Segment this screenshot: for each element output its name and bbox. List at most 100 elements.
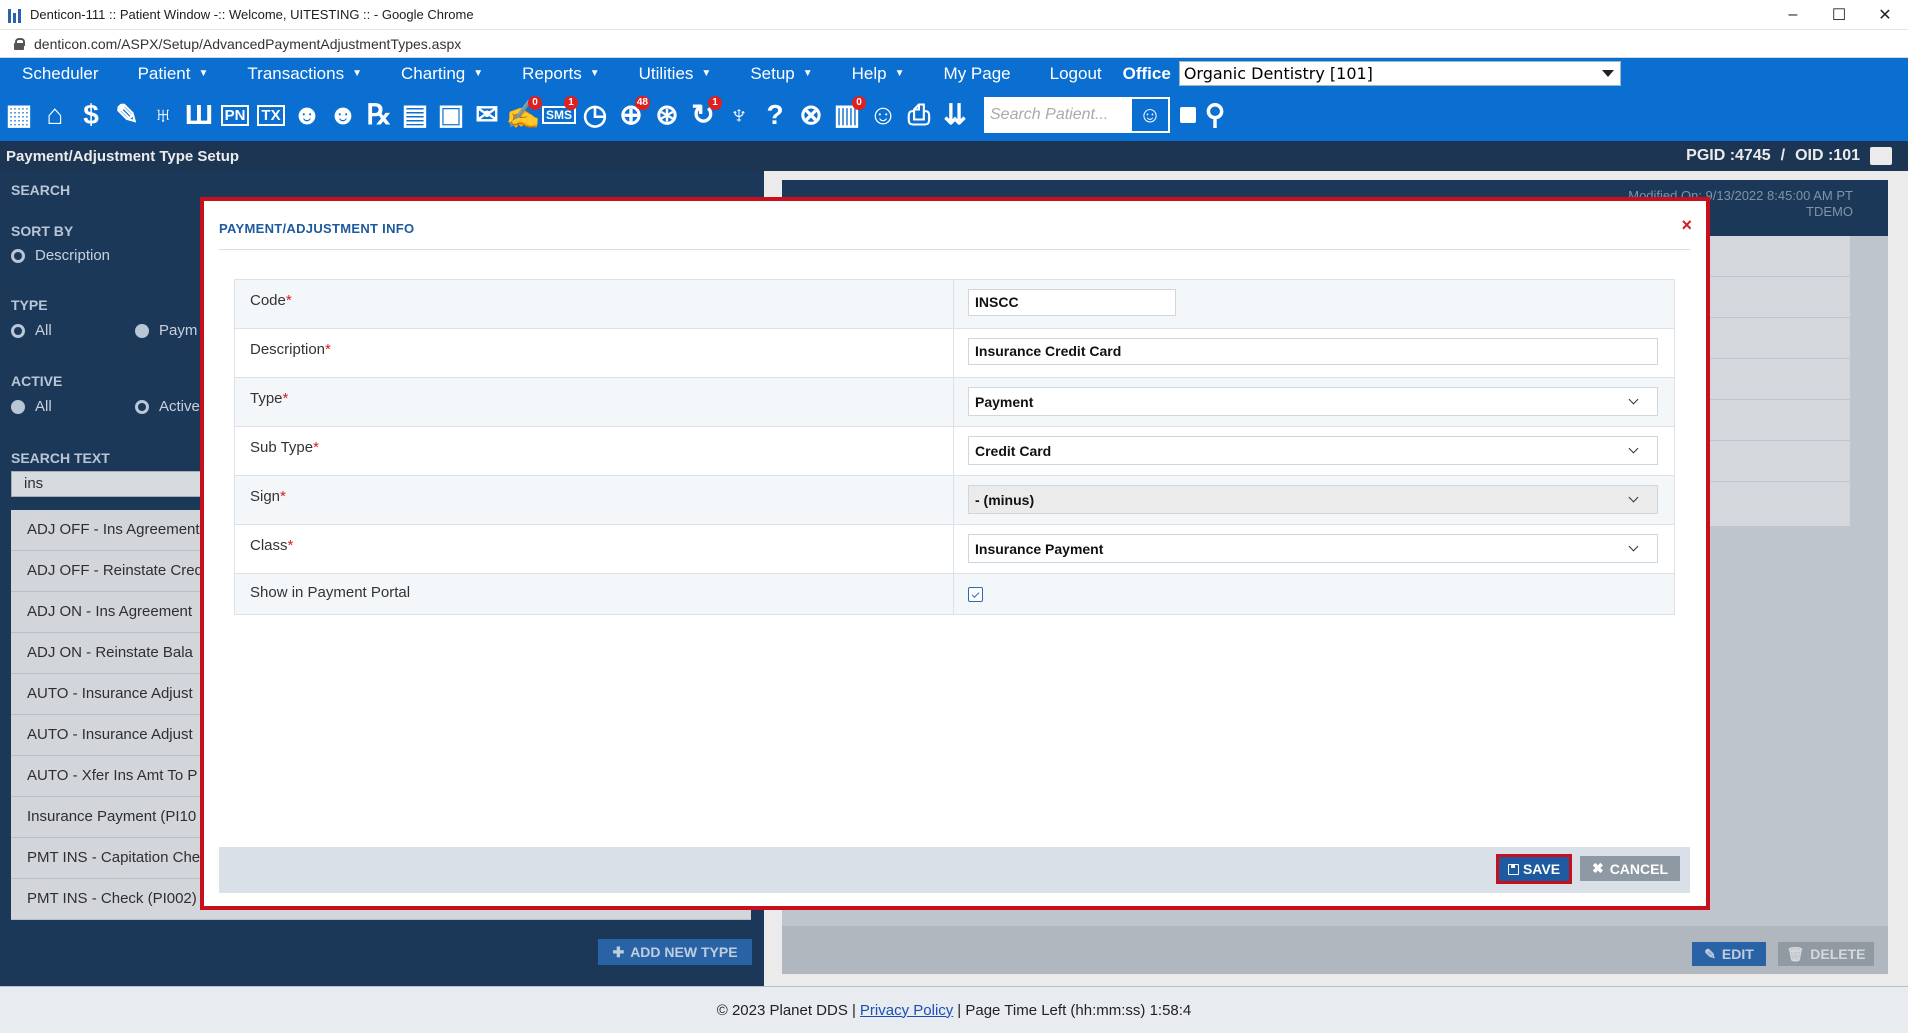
- add-family-icon[interactable]: ☻: [328, 98, 358, 132]
- modal-title: PAYMENT/ADJUSTMENT INFO: [219, 221, 415, 236]
- menu-setup[interactable]: Setup ▼: [728, 64, 829, 84]
- subtype-label-text: Sub Type: [250, 439, 314, 456]
- progress-notes-icon[interactable]: PN: [220, 98, 250, 132]
- treatment-plan-icon[interactable]: TX: [256, 98, 286, 132]
- modal-divider: [219, 249, 1690, 250]
- save-button[interactable]: SAVE: [1496, 854, 1572, 884]
- description-label: Description*: [235, 329, 954, 377]
- tooth-question-icon[interactable]: ?: [760, 98, 790, 132]
- subtype-select[interactable]: Credit Card: [968, 436, 1658, 465]
- privacy-policy-link[interactable]: Privacy Policy: [860, 1002, 953, 1019]
- address-bar[interactable]: denticon.com/ASPX/Setup/AdvancedPaymentA…: [0, 30, 1908, 58]
- calendar-icon[interactable]: ▦: [4, 98, 34, 132]
- required-mark: *: [280, 488, 286, 505]
- cancel-button[interactable]: ✖ CANCEL: [1580, 856, 1680, 881]
- clock-icon[interactable]: ◷: [580, 98, 610, 132]
- code-input[interactable]: INSCC: [968, 289, 1176, 316]
- family-icon[interactable]: ☺: [868, 98, 898, 132]
- menu-help[interactable]: Help ▼: [830, 64, 922, 84]
- messages-badge: 0: [528, 96, 542, 110]
- menu-label: Help: [851, 63, 887, 83]
- globe-icon[interactable]: ⊗: [796, 98, 826, 132]
- search-option-checkbox[interactable]: [1180, 107, 1196, 123]
- expand-down-icon[interactable]: ⇊: [940, 98, 970, 132]
- menu-charting[interactable]: Charting ▼: [379, 64, 500, 84]
- forms-icon[interactable]: ▥ 0: [832, 96, 866, 132]
- scan-icon[interactable]: ▣: [436, 98, 466, 132]
- required-mark: *: [313, 439, 319, 456]
- online-badge: 48: [634, 96, 650, 110]
- minimize-button[interactable]: –: [1770, 0, 1816, 30]
- forms-badge: 0: [852, 96, 866, 110]
- close-icon[interactable]: ×: [1681, 215, 1692, 236]
- sms-icon[interactable]: SMS 1: [542, 96, 578, 132]
- menu-label: Patient: [137, 63, 191, 83]
- sign-row: Sign* - (minus): [235, 476, 1674, 525]
- dollar-icon[interactable]: $: [76, 98, 106, 132]
- add-patient-icon[interactable]: ☻: [292, 98, 322, 132]
- sign-label-text: Sign: [250, 488, 281, 505]
- menu-reports[interactable]: Reports ▼: [500, 64, 616, 84]
- menu-utilities[interactable]: Utilities ▼: [617, 64, 729, 84]
- cancel-label: CANCEL: [1609, 860, 1669, 877]
- required-mark: *: [282, 390, 289, 407]
- menu-logout[interactable]: Logout: [1028, 64, 1119, 84]
- window-titlebar: Denticon-111 :: Patient Window -:: Welco…: [0, 0, 1908, 30]
- status-bar: © 2023 Planet DDS | Privacy Policy | Pag…: [0, 986, 1908, 1033]
- office-select[interactable]: Organic Dentistry [101]: [1178, 61, 1621, 86]
- menu-transactions[interactable]: Transactions ▼: [225, 64, 379, 84]
- patient-search-box: ☺: [984, 97, 1170, 133]
- class-select-value: Insurance Payment: [975, 540, 1104, 557]
- maximize-button[interactable]: ☐: [1816, 0, 1862, 30]
- globe-person-icon[interactable]: ⊛: [652, 98, 682, 132]
- office-label: Office: [1122, 63, 1171, 83]
- prescription-icon[interactable]: ℞: [364, 98, 394, 132]
- menu-label: Utilities: [638, 63, 694, 83]
- messages-icon[interactable]: ✍ 0: [506, 96, 542, 132]
- description-label-text: Description: [250, 341, 326, 358]
- recall-badge: 1: [708, 96, 722, 110]
- quick-toolbar: ▦ ⌂ $ ✎ ♅ Ш PN TX ☻ ☻ ℞ ▤ ▣ ✉ ✍ 0 SMS 1 ◷ …: [0, 89, 1908, 141]
- close-window-button[interactable]: ✕: [1862, 0, 1908, 30]
- caret-down-icon: ▼: [198, 68, 209, 79]
- sign-select-value: - (minus): [975, 491, 1035, 508]
- note-icon[interactable]: ▤: [400, 98, 430, 132]
- notes-edit-icon[interactable]: ✎: [112, 98, 142, 132]
- show-in-portal-checkbox[interactable]: [968, 587, 983, 602]
- home-icon[interactable]: ⌂: [40, 98, 70, 132]
- menu-patient[interactable]: Patient ▼: [116, 64, 226, 84]
- sign-select[interactable]: - (minus): [968, 485, 1658, 514]
- online-scheduling-icon[interactable]: ⊕ 48: [616, 96, 650, 132]
- tooth-icon[interactable]: ♆: [724, 98, 754, 132]
- class-label-text: Class: [250, 537, 288, 554]
- class-select[interactable]: Insurance Payment: [968, 534, 1658, 563]
- chevron-down-icon: [1628, 541, 1639, 552]
- recall-icon[interactable]: ↻ 1: [688, 96, 722, 132]
- tooth-chart-icon[interactable]: ♅: [148, 98, 178, 132]
- url-text[interactable]: denticon.com/ASPX/Setup/AdvancedPaymentA…: [34, 36, 461, 52]
- description-input[interactable]: Insurance Credit Card: [968, 338, 1658, 365]
- caret-down-icon: ▼: [894, 68, 905, 79]
- menu-label: Logout: [1049, 63, 1102, 83]
- menu-label: My Page: [943, 63, 1011, 83]
- portal-row: Show in Payment Portal: [235, 574, 1674, 614]
- sign-label: Sign*: [235, 476, 954, 524]
- copyright-text: © 2023 Planet DDS |: [716, 1001, 856, 1019]
- chevron-down-icon: [1628, 394, 1639, 405]
- required-mark: *: [325, 341, 331, 358]
- patient-search-input[interactable]: [986, 100, 1126, 130]
- chevron-down-icon: [1628, 443, 1639, 454]
- subtype-label: Sub Type*: [235, 427, 954, 475]
- caret-down-icon: ▼: [701, 68, 712, 79]
- menu-scheduler[interactable]: Scheduler: [0, 64, 116, 84]
- type-label-text: Type: [250, 390, 283, 407]
- type-select[interactable]: Payment: [968, 387, 1658, 416]
- advanced-search-icon[interactable]: ⚲: [1200, 98, 1230, 132]
- page-time-left: | Page Time Left (hh:mm:ss) 1:58:4: [957, 1001, 1192, 1019]
- mail-icon[interactable]: ✉: [472, 98, 502, 132]
- menu-my-page[interactable]: My Page: [922, 64, 1028, 84]
- portal-label: Show in Payment Portal: [235, 574, 954, 614]
- perio-icon[interactable]: Ш: [184, 98, 214, 132]
- patient-search-icon[interactable]: ☺: [1132, 99, 1168, 131]
- printer-icon[interactable]: ⎙: [904, 98, 934, 132]
